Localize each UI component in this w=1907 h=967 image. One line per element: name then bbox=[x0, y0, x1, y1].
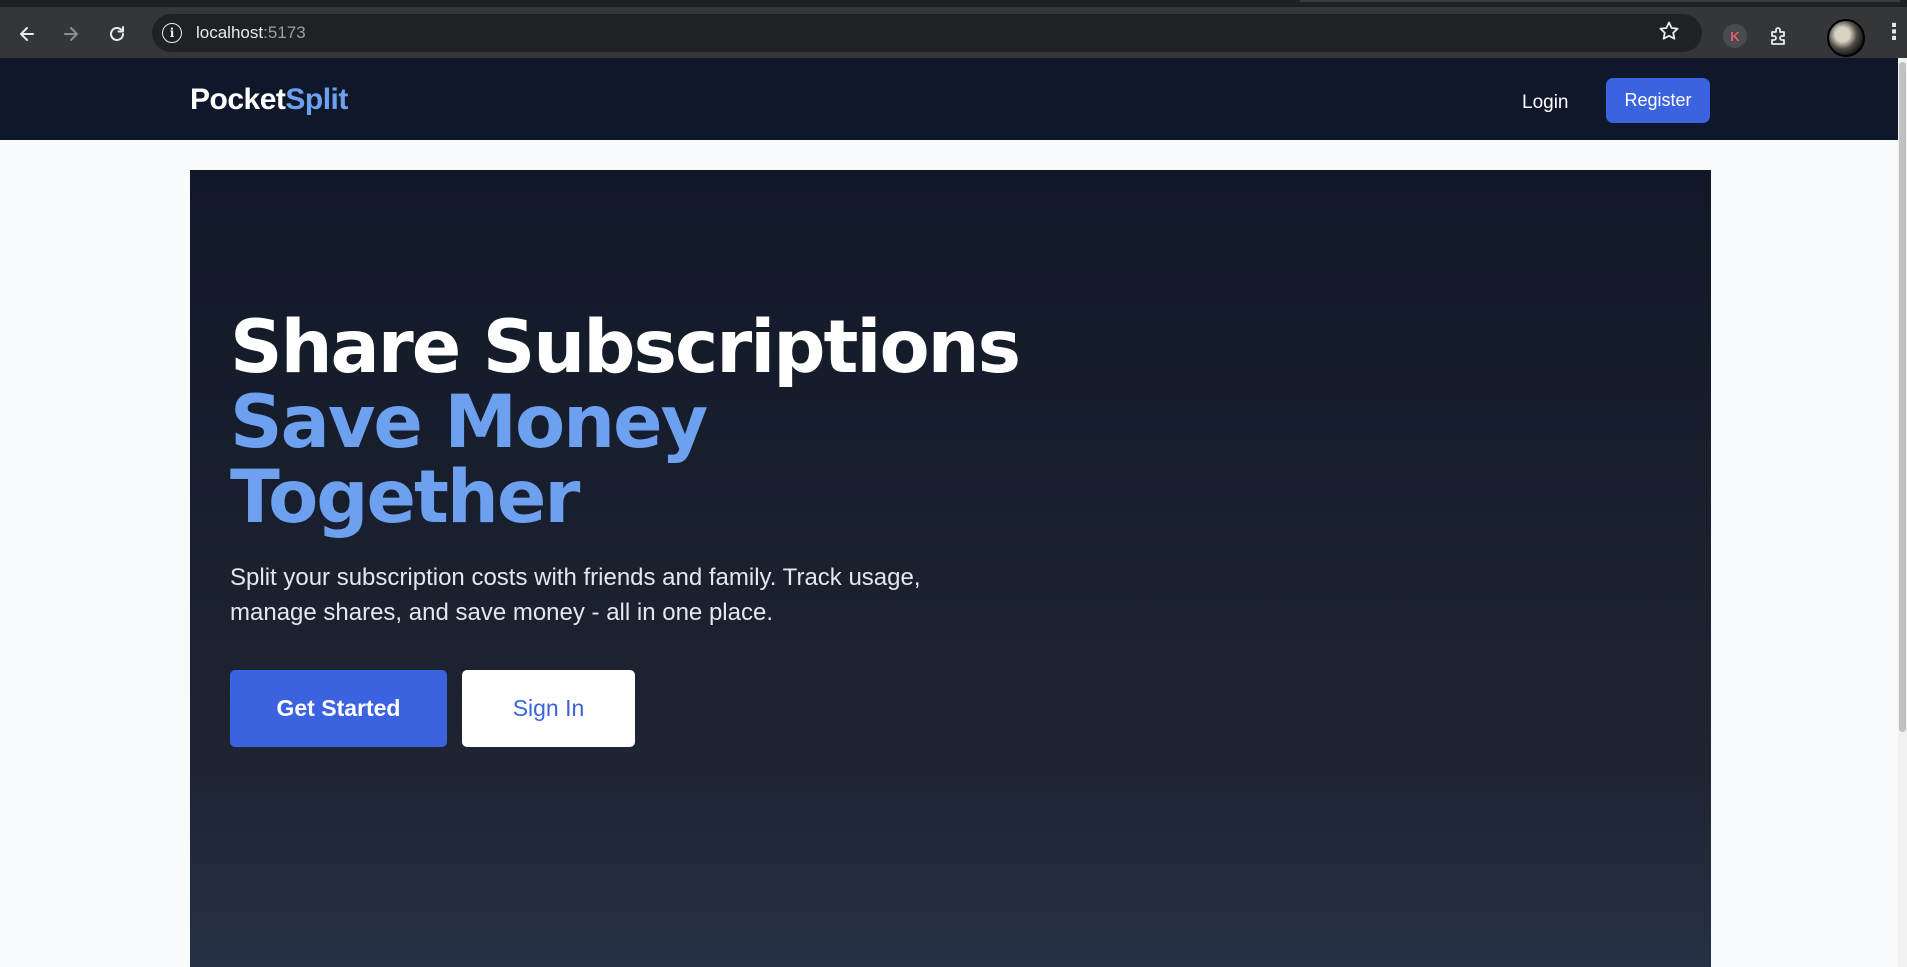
back-button[interactable] bbox=[12, 19, 42, 49]
forward-button[interactable] bbox=[56, 19, 86, 49]
register-button[interactable]: Register bbox=[1606, 78, 1710, 123]
reload-button[interactable] bbox=[102, 19, 132, 49]
url-text[interactable]: localhost:5173 bbox=[196, 23, 306, 43]
page-scrollbar[interactable] bbox=[1898, 58, 1907, 967]
extension-k-icon[interactable]: K bbox=[1723, 24, 1747, 48]
hero-title-line-1: Share Subscriptions bbox=[230, 305, 1021, 390]
profile-avatar[interactable] bbox=[1827, 19, 1865, 57]
extension-k-label: K bbox=[1730, 28, 1740, 44]
extensions-button[interactable] bbox=[1767, 24, 1791, 48]
address-bar[interactable]: i localhost:5173 bbox=[152, 14, 1702, 52]
reload-icon bbox=[110, 26, 124, 41]
tab-strip-line bbox=[1300, 0, 1900, 2]
scrollbar-thumb[interactable] bbox=[1899, 62, 1906, 732]
hero-title-line-2: Save Money bbox=[230, 380, 708, 465]
arrow-left-icon bbox=[20, 27, 34, 41]
sign-in-button[interactable]: Sign In bbox=[462, 670, 635, 747]
more-vert-icon[interactable]: ⋮ bbox=[1883, 20, 1905, 45]
url-host: localhost bbox=[196, 23, 264, 42]
logo-part-pocket: Pocket bbox=[190, 83, 286, 116]
puzzle-icon bbox=[1771, 27, 1785, 45]
hero-title: Share Subscriptions Save Money Together bbox=[230, 305, 1021, 540]
hero-title-line-3: Together bbox=[230, 455, 580, 540]
browser-toolbar: i localhost:5173 K ⋮ bbox=[0, 7, 1907, 58]
url-port: :5173 bbox=[263, 23, 306, 42]
hero-subtitle: Split your subscription costs with frien… bbox=[230, 564, 921, 626]
site-header: PocketSplit Login Register bbox=[0, 58, 1898, 140]
site-logo[interactable]: PocketSplit bbox=[190, 83, 348, 117]
logo-part-split: Split bbox=[285, 83, 348, 116]
get-started-button[interactable]: Get Started bbox=[230, 670, 447, 747]
star-icon[interactable] bbox=[1658, 20, 1680, 48]
info-icon[interactable]: i bbox=[162, 23, 182, 43]
hero-section: Share Subscriptions Save Money Together … bbox=[190, 170, 1711, 967]
browser-tab-strip bbox=[0, 0, 1907, 7]
login-link[interactable]: Login bbox=[1522, 92, 1569, 114]
arrow-right-icon bbox=[64, 27, 78, 41]
